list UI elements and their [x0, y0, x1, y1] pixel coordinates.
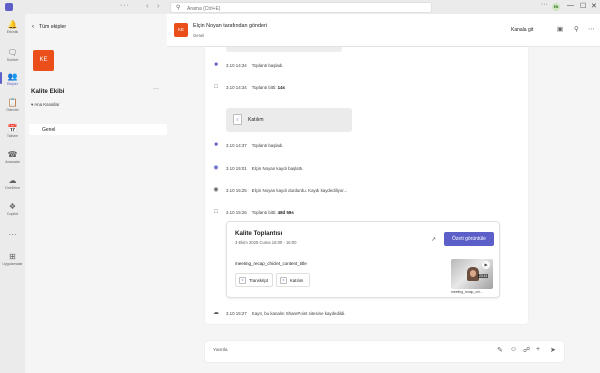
record-icon: ◉ — [213, 165, 219, 171]
chevron-left-icon: ‹ — [32, 24, 34, 30]
format-icon[interactable]: ✎ — [497, 346, 503, 354]
meeting-recap-card: Kalite Toplantısı 3 Ekim 2025 Cuma 15:00… — [226, 221, 500, 298]
video-icon: ■ — [214, 62, 218, 68]
title-bar: ··· ‹ › ⚲ Arama (Ctrl+E) ··· EN — ☐ ✕ — [0, 0, 600, 14]
channel-avatar: KE — [174, 23, 188, 37]
transcript-chip[interactable]: ≡ Transkript — [235, 273, 273, 287]
forward-arrow-icon[interactable]: › — [157, 1, 160, 10]
caret-down-icon: ▾ — [31, 102, 34, 107]
rail-item-copilot[interactable]: ❖ Copilot — [0, 202, 25, 216]
close-button[interactable]: ✕ — [591, 2, 597, 10]
reply-compose-box[interactable]: Yanıtla ✎ ☺ ☍ + ➤ — [205, 341, 564, 362]
channel-item-general[interactable]: Genel — [29, 124, 167, 135]
meeting-title: Kalite Toplantısı — [235, 230, 283, 237]
record-stop-icon: ◉ — [213, 187, 219, 193]
rail-item-onedrive[interactable]: ☁ OneDrive — [0, 176, 25, 190]
teams-logo-icon — [5, 3, 13, 11]
file-icon: ≡ — [233, 114, 242, 125]
rail-item-more[interactable]: ··· — [0, 230, 25, 239]
previous-content-stub — [226, 47, 342, 52]
team-name: Kalite Ekibi — [31, 88, 65, 95]
team-logo: KE — [33, 50, 54, 71]
maximize-button[interactable]: ☐ — [580, 2, 586, 10]
transcript-icon: ≡ — [239, 277, 246, 284]
rail-item-assignments[interactable]: 📋 Ödevler — [0, 98, 25, 112]
all-teams-back-link[interactable]: ‹ Tüm ekipler — [32, 24, 66, 30]
post-thread: ■ 3.10 14:34 Toplantı başladı □ 3.10 14:3… — [205, 47, 528, 324]
rail-item-teams[interactable]: 👥 Ekipler — [0, 72, 25, 86]
attach-icon[interactable]: ☍ — [523, 346, 530, 354]
open-external-icon[interactable]: ↗ — [431, 236, 436, 243]
rail-item-activity[interactable]: 🔔 Etkinlik — [0, 20, 25, 34]
rail-item-chat[interactable]: 🗨 Sohbet — [0, 48, 25, 62]
user-avatar[interactable]: EN — [552, 3, 560, 11]
event-meeting-started: ■ 3.10 14:37 Toplantı başladı — [212, 141, 512, 151]
teams-left-pane: ‹ Tüm ekipler KE Kalite Ekibi ··· ▾ Ana K… — [25, 14, 167, 373]
post-title: Elçin Noyan tarafından gönderi — [193, 23, 268, 29]
meeting-date: 3 Ekim 2025 Cuma 15:00 - 16:00 — [235, 240, 297, 245]
rail-item-apps[interactable]: ⊞ Uygulamalar — [0, 252, 25, 266]
go-to-channel-button[interactable]: Kanala git — [511, 27, 533, 33]
view-summary-button[interactable]: Özeti görüntüle — [444, 232, 494, 246]
send-icon[interactable]: ➤ — [550, 346, 556, 354]
phone-icon: ☎ — [7, 150, 18, 159]
attendance-icon: ≡ — [280, 277, 287, 284]
cloud-icon: ☁ — [8, 176, 17, 185]
main-pane: KE Elçin Noyan tarafından gönderi Genel … — [167, 14, 600, 373]
post-header: KE Elçin Noyan tarafından gönderi Genel … — [167, 14, 600, 47]
more-icon: ··· — [8, 230, 17, 239]
recording-thumbnail[interactable]: ▶ 23:14 — [451, 259, 493, 289]
more-dots-icon[interactable]: ··· — [120, 2, 130, 9]
event-recording-stopped: ◉ 3.10 15:25 Elçin Noyan kaydı durdurdu. … — [213, 187, 348, 193]
rail-item-calendar[interactable]: 📅 Takvim — [0, 124, 25, 138]
reply-placeholder: Yanıtla — [213, 348, 228, 353]
video-ended-icon: □ — [214, 84, 218, 90]
bell-icon: 🔔 — [7, 20, 18, 29]
search-placeholder: Arama (Ctrl+E) — [187, 5, 221, 12]
teams-icon: 👥 — [7, 72, 18, 81]
channel-group-header[interactable]: ▾ Ana Kanallar — [31, 102, 59, 108]
play-icon: ▶ — [482, 261, 490, 269]
emoji-icon[interactable]: ☺ — [510, 346, 517, 353]
search-input[interactable]: ⚲ Arama (Ctrl+E) — [170, 2, 432, 13]
apps-icon: ⊞ — [9, 252, 16, 261]
minimize-button[interactable]: — — [567, 2, 574, 9]
add-icon[interactable]: + — [536, 346, 540, 353]
recap-title: meeting_recap_chiclet_content_title — [235, 261, 307, 266]
copilot-icon: ❖ — [8, 202, 17, 211]
channel-info-icon[interactable]: ▣ — [557, 25, 563, 33]
more-icon[interactable]: ⋯ — [588, 25, 595, 33]
post-subtitle: Genel — [193, 33, 205, 38]
settings-more-icon[interactable]: ··· — [541, 1, 548, 8]
nav-arrows: ‹ › — [146, 1, 166, 10]
event-meeting-started: ■ 3.10 14:34 Toplantı başladı — [212, 61, 512, 71]
assignments-icon: 📋 — [7, 98, 18, 107]
search-icon: ⚲ — [176, 5, 181, 11]
team-more-icon[interactable]: ··· — [153, 86, 159, 92]
event-meeting-ended: □ 3.10 14:34 Toplantı bitti: 14s — [212, 83, 512, 93]
event-recording-saved: ☁ 3.10 15:27 Kayıt, bu kanalın SharePoint… — [213, 310, 346, 316]
back-arrow-icon[interactable]: ‹ — [146, 1, 149, 10]
recording-caption: meeting_recap_chi... — [451, 290, 483, 294]
app-rail: 🔔 Etkinlik 🗨 Sohbet 👥 Ekipler 📋 Ödevler … — [0, 14, 25, 373]
calendar-icon: 📅 — [7, 124, 18, 133]
video-icon: ■ — [214, 142, 218, 148]
event-meeting-ended: □ 3.10 15:26 Toplantı bitti: 48d 59s — [212, 208, 512, 218]
rail-item-calls[interactable]: ☎ Aramalar — [0, 150, 25, 164]
event-recording-started: ◉ 3.10 15:01 Elçin Noyan kaydı başlattı. — [213, 165, 304, 171]
attendance-chip[interactable]: ≡ Katılım — [276, 273, 310, 287]
recording-duration: 23:14 — [478, 274, 489, 278]
attendance-file-label: Katılım — [248, 117, 264, 123]
attendance-file-card[interactable]: ≡ Katılım — [226, 108, 352, 132]
chat-icon: 🗨 — [7, 48, 18, 57]
cloud-saved-icon: ☁ — [213, 310, 219, 316]
search-icon[interactable]: ⚲ — [574, 25, 579, 33]
video-ended-icon: □ — [214, 209, 218, 215]
